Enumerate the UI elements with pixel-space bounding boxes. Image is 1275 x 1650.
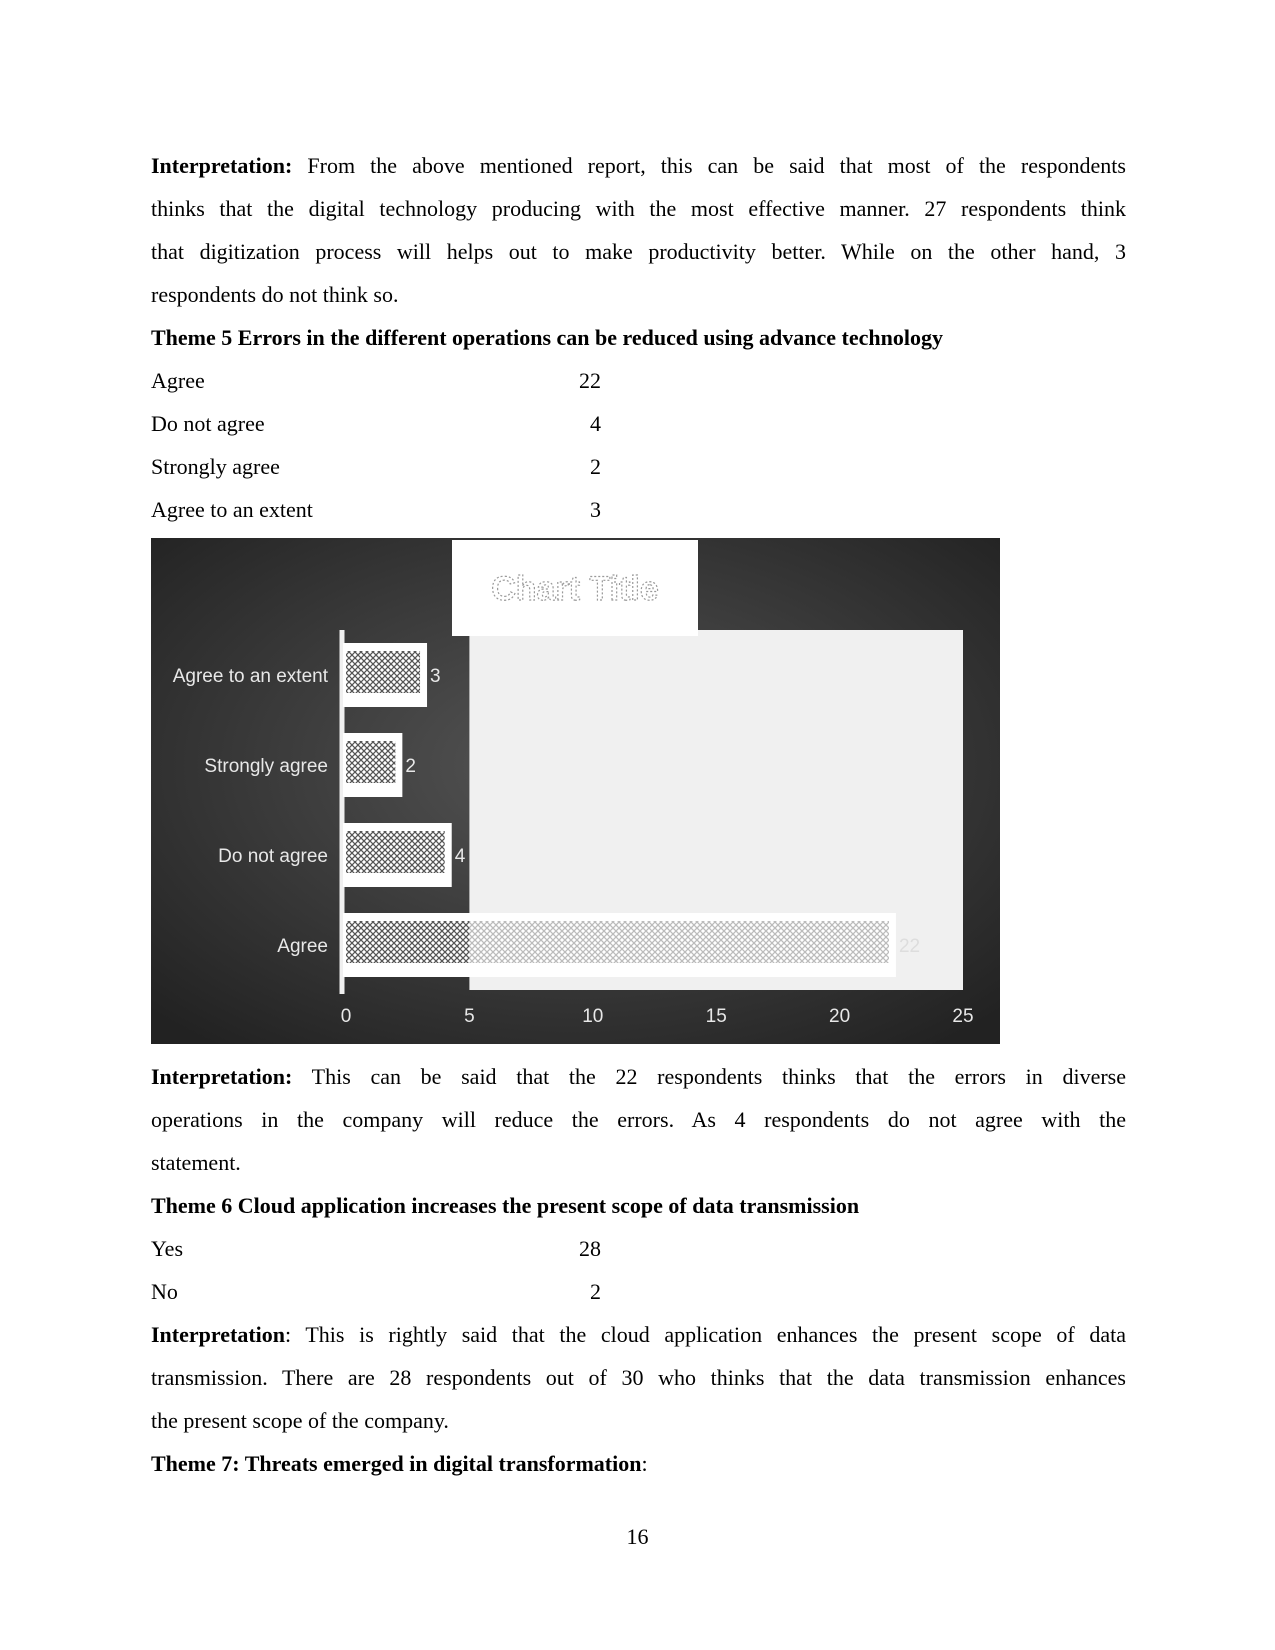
x-tick-label: 10 — [582, 1006, 603, 1027]
bar — [346, 831, 445, 873]
para3-line3: the present scope of the company. — [151, 1408, 449, 1433]
data-label: 2 — [405, 756, 416, 777]
x-tick-label: 5 — [464, 1006, 475, 1027]
x-tick-label: 15 — [706, 1006, 727, 1027]
category-label: Do not agree — [218, 846, 328, 867]
theme6-row: No 2 — [151, 1279, 601, 1304]
interpretation-label: Interpretation: — [151, 153, 293, 178]
bar-chart: Agree 22 Do not agree 4 Strongly agree 2 Agree… — [151, 538, 1000, 1044]
theme6-row: Yes 28 — [151, 1236, 601, 1261]
bar — [346, 651, 421, 693]
category-label: Agree — [277, 936, 328, 957]
theme5-row: Agree 22 — [151, 368, 601, 393]
para1-line3: that digitization process will helps out… — [151, 239, 1126, 264]
theme6-heading: Theme 6 Cloud application increases the … — [151, 1193, 860, 1218]
data-label: 22 — [899, 936, 920, 957]
para1-line2: thinks that the digital technology produ… — [151, 196, 1126, 221]
theme5-heading: Theme 5 Errors in the different operatio… — [151, 325, 943, 350]
data-label: 4 — [455, 846, 466, 867]
theme7-line: Theme 7: Threats emerged in digital tran… — [151, 1451, 648, 1476]
category-label: Strongly agree — [204, 756, 328, 777]
chart-title: Chart Title — [491, 570, 659, 608]
para3-line2: transmission. There are 28 respondents o… — [151, 1365, 1126, 1390]
para1-line1: Interpretation: From the above mentioned… — [151, 153, 1126, 178]
theme7-heading: Theme 7: Threats emerged in digital tran… — [151, 1451, 642, 1476]
bar — [346, 921, 470, 963]
para2-line1: Interpretation: This can be said that th… — [151, 1064, 1126, 1089]
document-page: Interpretation: From the above mentioned… — [0, 0, 1275, 1650]
x-tick-label: 20 — [829, 1006, 850, 1027]
data-label: 3 — [430, 666, 441, 687]
para2-line3: statement. — [151, 1150, 241, 1175]
bar — [346, 741, 396, 783]
x-tick-label: 25 — [952, 1006, 973, 1027]
page-number: 16 — [626, 1524, 649, 1549]
bar — [469, 921, 889, 963]
theme5-row: Do not agree 4 — [151, 411, 601, 436]
x-tick-label: 0 — [341, 1006, 352, 1027]
theme5-row: Agree to an extent 3 — [151, 497, 601, 522]
para3-line1: Interpretation: This is rightly said tha… — [151, 1322, 1126, 1347]
para1-line4: respondents do not think so. — [151, 282, 399, 307]
para2-line2: operations in the company will reduce th… — [151, 1107, 1126, 1132]
category-label: Agree to an extent — [173, 666, 329, 687]
theme5-row: Strongly agree 2 — [151, 454, 601, 479]
